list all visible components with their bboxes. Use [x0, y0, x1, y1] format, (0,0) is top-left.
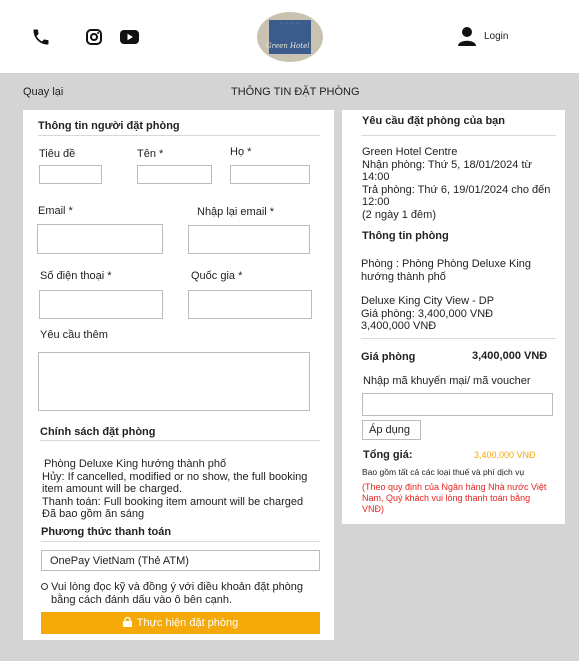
email-input[interactable]	[37, 224, 163, 254]
divider	[38, 135, 320, 136]
rate-line: 3,400,000 VNĐ	[361, 320, 437, 332]
terms-line: Vui lòng đọc kỹ và đồng ý với điều khoản…	[51, 581, 304, 593]
policy-line: Thanh toán: Full booking item amount wil…	[42, 495, 304, 508]
room-line: hướng thành phố	[361, 270, 446, 283]
policy-line: Phòng Deluxe King hướng thành phố	[44, 458, 227, 470]
page-title: THÔNG TIN ĐẶT PHÒNG	[231, 86, 360, 98]
last-name-label: Họ *	[230, 146, 252, 158]
first-name-label: Tên *	[137, 148, 164, 160]
back-link[interactable]: Quay lại	[23, 86, 63, 98]
nights-count: (2 ngày 1 đêm)	[362, 208, 436, 221]
requests-label: Yêu cầu thêm	[40, 329, 108, 341]
bank-note: (Theo quy định của Ngân hàng Nhà nước Vi…	[362, 482, 546, 515]
policy-text: Phòng Deluxe King hướng thành phố Hủy: I…	[42, 458, 307, 521]
rate-line: Giá phòng: 3,400,000 VNĐ	[361, 307, 494, 320]
terms-radio[interactable]	[41, 583, 48, 590]
logo-stars: ★★★★	[279, 21, 301, 27]
policy-title: Chính sách đặt phòng	[40, 426, 156, 438]
price-value: 3,400,000 VNĐ	[472, 350, 548, 362]
voucher-label: Nhập mã khuyến mại/ mã voucher	[363, 375, 531, 387]
bank-note-line: VNĐ)	[362, 504, 384, 514]
payment-title: Phương thức thanh toán	[41, 526, 172, 538]
rate-line: Deluxe King City View - DP	[361, 295, 495, 307]
submit-booking-button[interactable]: Thực hiện đặt phòng	[41, 612, 320, 634]
instagram-icon[interactable]	[86, 29, 102, 45]
apply-voucher-button[interactable]: Áp dụng	[362, 420, 421, 440]
country-select[interactable]	[188, 290, 312, 319]
divider	[40, 440, 320, 441]
checkout-line: Trả phòng: Thứ 6, 19/01/2024 cho đến	[362, 183, 551, 196]
rate-details: Deluxe King City View - DP Giá phòng: 3,…	[361, 295, 494, 333]
booker-section-title: Thông tin người đặt phòng	[38, 120, 180, 132]
phone-input[interactable]	[39, 290, 163, 319]
policy-line: Hủy: If cancelled, modified or no show, …	[42, 470, 308, 483]
policy-line: item amount will be charged.	[42, 483, 183, 495]
divider	[41, 541, 320, 542]
policy-line: Đã bao gồm ăn sáng	[42, 508, 145, 520]
terms-line: bằng cách đánh dấu vào ô bên cạnh.	[51, 593, 233, 606]
email-label: Email *	[38, 205, 73, 217]
divider	[361, 135, 556, 136]
phone-label: Số điện thoại *	[40, 270, 112, 282]
email-confirm-input[interactable]	[188, 225, 310, 254]
last-name-input[interactable]	[230, 165, 310, 184]
terms-text: Vui lòng đọc kỹ và đồng ý với điều khoản…	[51, 581, 303, 606]
title-input[interactable]	[39, 165, 102, 184]
price-label: Giá phòng	[361, 351, 416, 363]
login-link[interactable]: Login	[484, 31, 508, 42]
checkout-line: 12:00	[362, 196, 390, 208]
bank-note-line: Nam, Quý khách vui lòng thanh toán bằng	[362, 493, 531, 503]
stay-details: Green Hotel Centre Nhận phòng: Thứ 5, 18…	[362, 146, 550, 221]
site-header: ★★★★ Green Hotel Login	[0, 0, 579, 73]
email-confirm-label: Nhập lại email *	[197, 206, 275, 218]
hotel-logo[interactable]: ★★★★ Green Hotel	[257, 12, 323, 62]
country-label: Quốc gia *	[191, 270, 243, 282]
title-label: Tiêu đề	[39, 148, 76, 160]
total-label: Tổng giá:	[363, 449, 413, 461]
hotel-name: Green Hotel Centre	[362, 146, 458, 158]
logo-text: Green Hotel	[266, 42, 310, 50]
voucher-input[interactable]	[362, 393, 553, 416]
lock-icon	[122, 613, 132, 635]
bank-note-line: (Theo quy định của Ngân hàng Nhà nước Vi…	[362, 482, 547, 492]
room-details: Phòng : Phòng Phòng Deluxe King hướng th…	[361, 258, 531, 283]
submit-label: Thực hiện đặt phòng	[136, 617, 239, 629]
checkin-line: 14:00	[362, 171, 390, 183]
room-line: Phòng : Phòng Phòng Deluxe King	[361, 258, 532, 270]
checkin-line: Nhận phòng: Thứ 5, 18/01/2024 từ	[362, 158, 532, 171]
requests-textarea[interactable]	[38, 352, 310, 411]
first-name-input[interactable]	[137, 165, 212, 184]
summary-title: Yêu cầu đặt phòng của bạn	[362, 115, 506, 127]
tax-note: Bao gồm tất cả các loại thuế và phí dịch…	[362, 467, 525, 477]
payment-method-value: OnePay VietNam (Thẻ ATM)	[50, 555, 189, 567]
user-icon[interactable]	[457, 26, 477, 46]
payment-method-select[interactable]: OnePay VietNam (Thẻ ATM)	[41, 550, 320, 571]
youtube-icon[interactable]	[120, 29, 139, 45]
total-value: 3,400,000 VNĐ	[474, 450, 536, 460]
apply-voucher-label: Áp dụng	[369, 424, 410, 436]
divider	[361, 338, 556, 339]
room-info-title: Thông tin phòng	[362, 230, 449, 242]
phone-icon[interactable]	[31, 27, 51, 47]
